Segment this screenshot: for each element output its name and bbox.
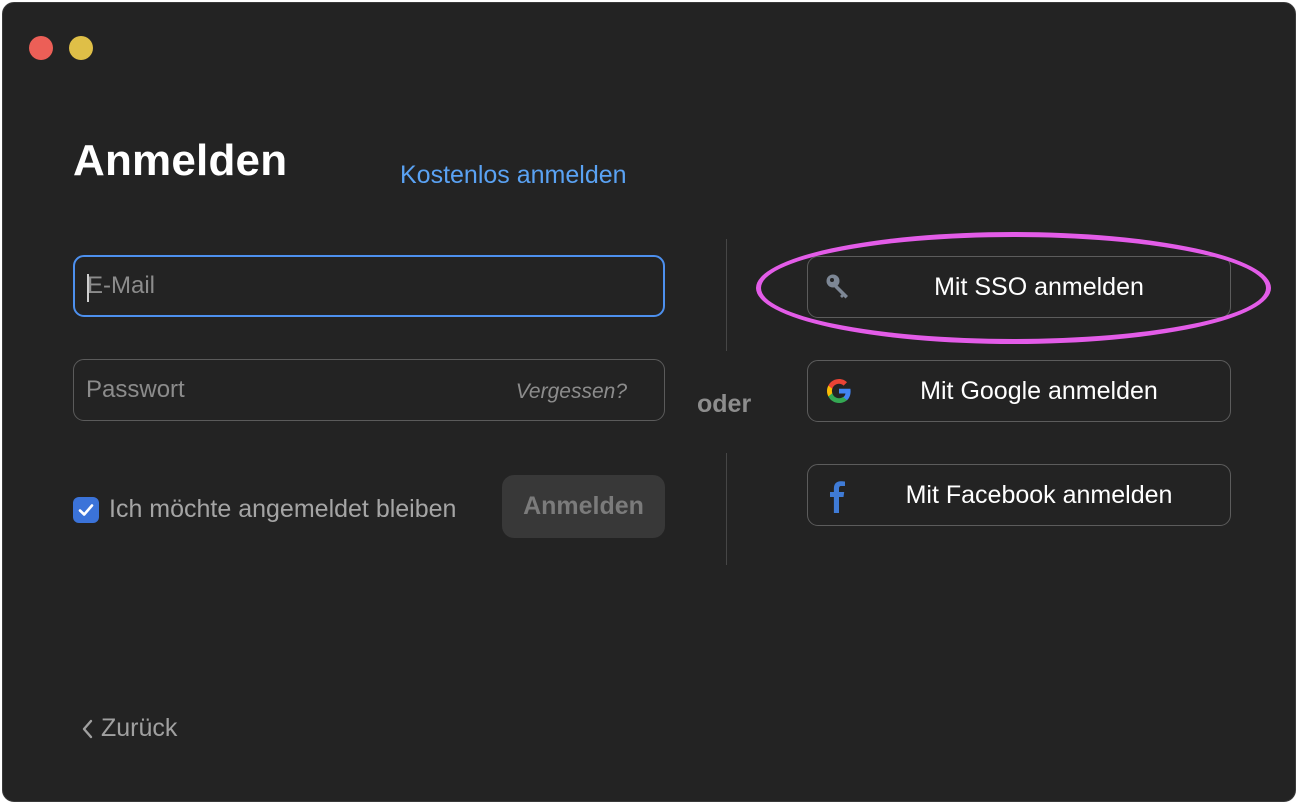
free-signup-link[interactable]: Kostenlos anmelden (400, 161, 627, 190)
text-caret (87, 274, 89, 302)
forgot-password-link[interactable]: Vergessen? (516, 380, 627, 404)
signin-button[interactable]: Anmelden (502, 475, 665, 538)
email-field[interactable] (73, 255, 665, 317)
password-input[interactable] (86, 360, 486, 420)
divider-line-bottom (726, 453, 727, 565)
google-signin-button[interactable]: Mit Google anmelden (807, 360, 1231, 422)
back-button[interactable]: Zurück (81, 714, 177, 743)
page-title: Anmelden (73, 136, 288, 185)
minimize-window-button[interactable] (69, 36, 93, 60)
sso-signin-label: Mit SSO anmelden (934, 272, 1144, 301)
remember-me-label: Ich möchte angemeldet bleiben (109, 495, 457, 523)
login-window: Anmelden Kostenlos anmelden Vergessen? I… (2, 2, 1296, 802)
chevron-left-icon (82, 719, 93, 738)
facebook-signin-label: Mit Facebook anmelden (905, 480, 1173, 509)
divider-line-top (726, 239, 727, 351)
email-input[interactable] (87, 257, 487, 315)
google-signin-label: Mit Google anmelden (920, 376, 1158, 405)
checkmark-icon (78, 503, 94, 516)
remember-me-row: Ich möchte angemeldet bleiben (73, 495, 456, 524)
close-window-button[interactable] (29, 36, 53, 60)
facebook-signin-button[interactable]: Mit Facebook anmelden (807, 464, 1231, 526)
back-label: Zurück (101, 714, 178, 742)
remember-me-checkbox[interactable] (73, 496, 99, 523)
password-field[interactable]: Vergessen? (73, 359, 665, 421)
or-label: oder (697, 390, 752, 418)
sso-signin-button[interactable]: Mit SSO anmelden (807, 256, 1231, 318)
